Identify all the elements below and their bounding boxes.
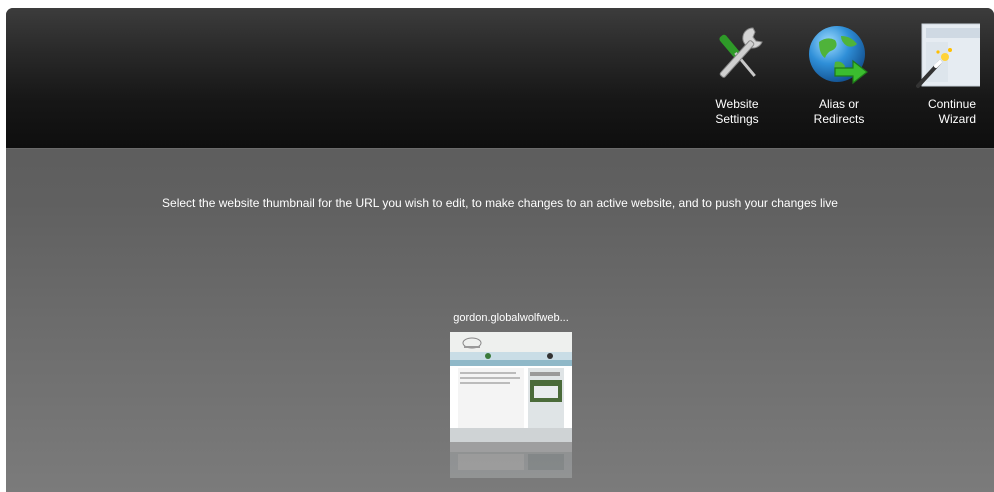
toolbar-header: Website Settings Alias or Redirects Cont…: [6, 8, 994, 149]
alias-redirects-label-line1: Alias or: [818, 97, 859, 111]
globe-arrow-icon: [809, 26, 868, 85]
website-settings-label-line1: Website: [715, 97, 759, 111]
website-settings-label-line2: Settings: [715, 112, 759, 126]
website-thumbnail[interactable]: [450, 332, 572, 442]
instruction-text: Select the website thumbnail for the URL…: [162, 196, 838, 210]
alias-redirects-label-line2: Redirects: [813, 112, 865, 126]
continue-wizard-label-line1: Continue: [927, 97, 976, 111]
website-manager-panel: Website Settings Alias or Redirects Cont…: [6, 8, 994, 492]
wizard-wand-icon: [916, 23, 980, 88]
wrench-screwdriver-icon: [719, 27, 763, 78]
website-tile[interactable]: gordon.globalwolfweb...: [426, 311, 596, 478]
continue-wizard-button[interactable]: Continue Wizard: [906, 22, 986, 127]
website-thumbnail-reflection: [450, 442, 572, 478]
continue-wizard-label-line2: Wizard: [938, 112, 976, 126]
website-url-label: gordon.globalwolfweb...: [453, 312, 569, 324]
alias-redirects-button[interactable]: Alias or Redirects: [799, 22, 879, 127]
website-settings-button[interactable]: Website Settings: [697, 22, 777, 127]
